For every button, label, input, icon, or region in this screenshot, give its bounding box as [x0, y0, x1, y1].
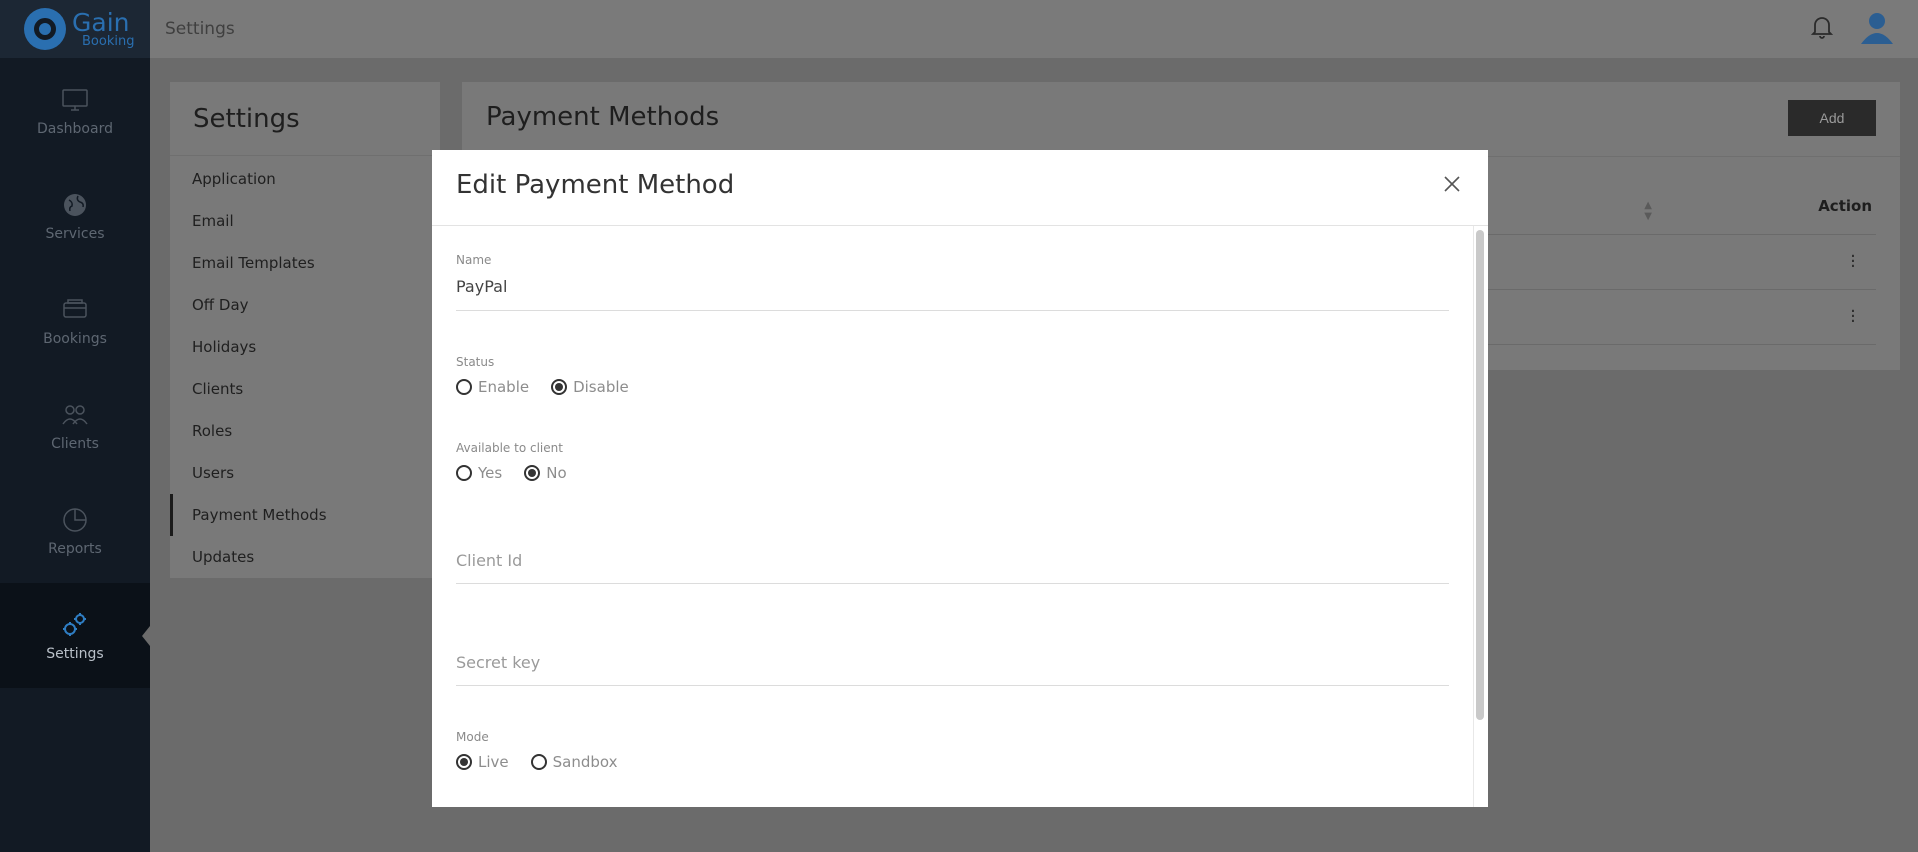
bell-icon[interactable]: [1811, 15, 1833, 39]
users-icon: [62, 404, 88, 424]
pie-chart-icon: [63, 507, 87, 532]
logo-subname: Booking: [82, 34, 135, 49]
add-button[interactable]: Add: [1788, 100, 1876, 136]
radio-circle: [551, 379, 568, 395]
status-label: Status: [456, 355, 495, 369]
field-underline: [456, 685, 1449, 686]
field-underline: [456, 310, 1449, 311]
mode-live-radio[interactable]: Live: [456, 753, 509, 771]
logo[interactable]: Gain Booking: [0, 0, 150, 58]
edit-payment-method-modal: Edit Payment Method Name PayPal Status E…: [432, 150, 1488, 807]
monitor-icon: [62, 88, 88, 111]
radio-label: Sandbox: [552, 753, 618, 771]
sort-icon[interactable]: ▲ ▼: [1644, 200, 1652, 222]
row-menu-icon[interactable]: · · ·: [1850, 248, 1856, 276]
settings-item-off-day[interactable]: Off Day: [170, 284, 440, 326]
field-underline: [456, 583, 1449, 584]
mode-label: Mode: [456, 730, 489, 744]
radio-label: Yes: [478, 464, 503, 482]
panel-title: Payment Methods: [486, 102, 720, 132]
settings-item-updates[interactable]: Updates: [170, 536, 440, 578]
available-yes-radio[interactable]: Yes: [456, 464, 502, 482]
sidebar-item-reports[interactable]: Reports: [0, 478, 150, 583]
sidebar-item-services[interactable]: Services: [0, 163, 150, 268]
radio-circle: [524, 465, 541, 481]
settings-item-payment-methods[interactable]: Payment Methods: [170, 494, 440, 536]
sidebar-item-label: Dashboard: [37, 120, 113, 137]
name-label: Name: [456, 253, 492, 267]
close-icon[interactable]: [1442, 174, 1462, 194]
row-menu-icon[interactable]: · · ·: [1850, 303, 1856, 331]
logo-name: Gain: [72, 8, 130, 37]
logo-icon: [24, 8, 66, 50]
available-radio-group: Yes No: [456, 464, 589, 482]
settings-item-email[interactable]: Email: [170, 200, 440, 242]
sidebar-item-settings[interactable]: Settings: [0, 583, 150, 688]
status-disable-radio[interactable]: Disable: [551, 378, 629, 396]
settings-item-clients[interactable]: Clients: [170, 368, 440, 410]
sidebar-item-label: Settings: [46, 645, 104, 662]
radio-circle: [456, 754, 472, 770]
top-bar: Settings: [150, 0, 1918, 58]
radio-circle: [456, 465, 472, 481]
radio-label: Enable: [478, 378, 530, 396]
action-column-header: Action: [1818, 197, 1872, 215]
modal-body: Name PayPal Status Enable Disable Availa…: [432, 226, 1488, 807]
status-radio-group: Enable Disable: [456, 378, 651, 396]
gears-icon: [63, 612, 86, 636]
sidebar-item-label: Bookings: [43, 330, 107, 347]
settings-item-email-templates[interactable]: Email Templates: [170, 242, 440, 284]
sidebar-item-dashboard[interactable]: Dashboard: [0, 58, 150, 163]
available-no-radio[interactable]: No: [524, 464, 567, 482]
settings-menu: Settings Application Email Email Templat…: [170, 82, 440, 578]
status-enable-radio[interactable]: Enable: [456, 378, 529, 396]
secret-key-field[interactable]: Secret key: [456, 653, 540, 672]
tray-icon: [63, 298, 87, 318]
settings-menu-title: Settings: [170, 82, 440, 156]
modal-title: Edit Payment Method: [456, 170, 735, 200]
settings-item-holidays[interactable]: Holidays: [170, 326, 440, 368]
scroll-track: [1473, 226, 1474, 807]
scrollbar[interactable]: [1476, 230, 1484, 720]
radio-label: No: [546, 464, 567, 482]
globe-icon: [64, 193, 86, 216]
settings-item-users[interactable]: Users: [170, 452, 440, 494]
mode-radio-group: Live Sandbox: [456, 753, 640, 771]
mode-sandbox-radio[interactable]: Sandbox: [530, 753, 618, 771]
radio-label: Live: [478, 753, 509, 771]
sidebar: Gain Booking Dashboard Services Bookings…: [0, 0, 150, 852]
page-title: Settings: [165, 19, 235, 39]
settings-item-application[interactable]: Application: [170, 158, 440, 200]
sidebar-item-bookings[interactable]: Bookings: [0, 268, 150, 373]
sidebar-item-label: Reports: [48, 540, 102, 557]
sidebar-item-label: Clients: [51, 435, 99, 452]
modal-header: Edit Payment Method: [432, 150, 1488, 226]
radio-circle: [530, 754, 547, 770]
client-id-field[interactable]: Client Id: [456, 551, 522, 570]
radio-circle: [456, 379, 472, 395]
sidebar-item-label: Services: [45, 225, 105, 242]
available-label: Available to client: [456, 441, 563, 455]
settings-item-roles[interactable]: Roles: [170, 410, 440, 452]
avatar[interactable]: [1858, 8, 1896, 46]
name-field[interactable]: PayPal: [456, 277, 507, 296]
radio-label: Disable: [573, 378, 629, 396]
sidebar-item-clients[interactable]: Clients: [0, 373, 150, 478]
